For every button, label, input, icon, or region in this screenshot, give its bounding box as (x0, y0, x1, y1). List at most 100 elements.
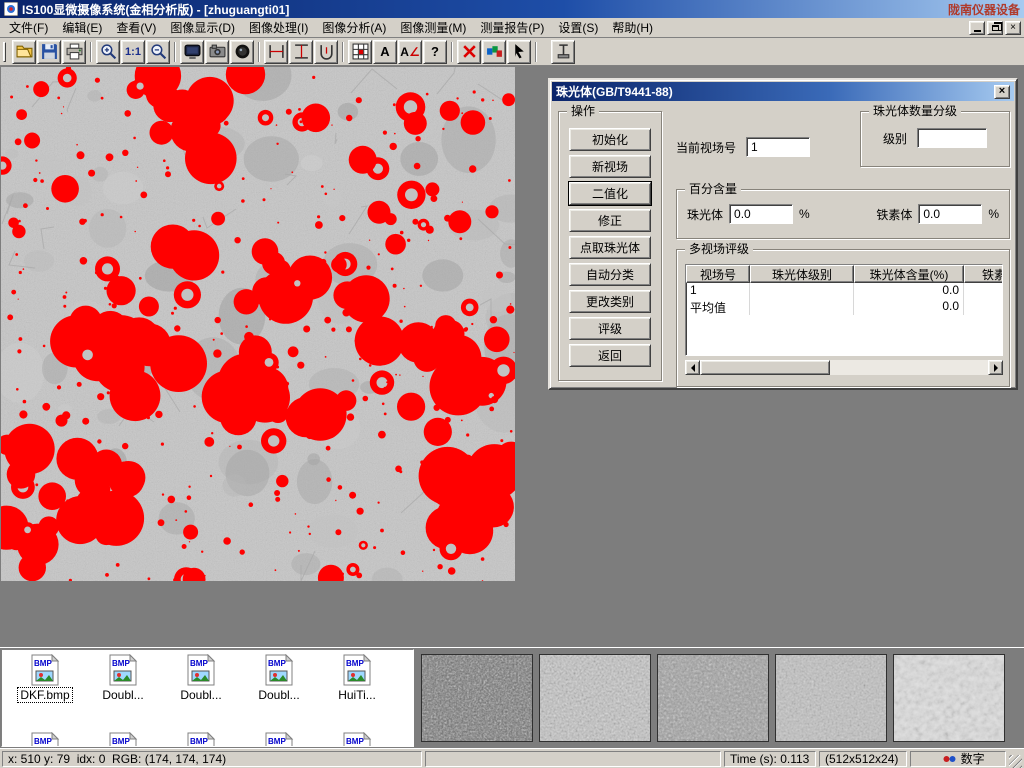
file-item-partial[interactable]: BMP (6, 732, 84, 747)
preview-thumbnail[interactable] (775, 654, 887, 742)
print-button[interactable] (62, 40, 86, 64)
file-item[interactable]: BMPHuiTi... (318, 654, 396, 732)
toolbar-separator (90, 42, 92, 62)
operation-button[interactable]: 初始化 (569, 128, 651, 151)
zoom-out-button[interactable] (146, 40, 170, 64)
resize-grip[interactable] (1009, 755, 1022, 768)
color-select-button[interactable] (482, 40, 506, 64)
menu-item[interactable]: 测量报告(P) (473, 17, 551, 38)
camera-button[interactable] (205, 40, 229, 64)
table-header[interactable]: 铁素 (964, 265, 1003, 283)
operation-button[interactable]: 自动分类 (569, 263, 651, 286)
menu-item[interactable]: 设置(S) (551, 17, 605, 38)
clamp-button[interactable] (551, 40, 575, 64)
caliper-horizontal-icon (268, 43, 285, 60)
preview-thumbnail[interactable] (893, 654, 1005, 742)
display-button[interactable] (180, 40, 204, 64)
pointer-icon (511, 43, 528, 60)
menu-item[interactable]: 编辑(E) (55, 17, 109, 38)
toolbar-grip[interactable] (3, 42, 6, 62)
delete-mark-button[interactable] (457, 40, 481, 64)
grading-group-label: 珠光体数量分级 (869, 104, 961, 118)
operation-button[interactable]: 二值化 (569, 182, 651, 205)
capture-button[interactable] (230, 40, 254, 64)
operation-button[interactable]: 新视场 (569, 155, 651, 178)
operation-button[interactable]: 点取珠光体 (569, 236, 651, 259)
svg-text:BMP: BMP (112, 737, 130, 746)
file-item[interactable]: BMPDoubl... (84, 654, 162, 732)
dialog-title-bar[interactable]: 珠光体(GB/T9441-88) × (552, 82, 1014, 101)
open-button[interactable] (12, 40, 36, 64)
menu-item[interactable]: 帮助(H) (605, 17, 660, 38)
file-item-partial[interactable]: BMP (318, 732, 396, 747)
actual-size-button[interactable]: 1:1 (121, 40, 145, 64)
child-restore-button[interactable] (987, 21, 1003, 35)
file-name: DKF.bmp (18, 688, 71, 702)
file-item[interactable]: BMPDoubl... (162, 654, 240, 732)
child-minimize-button[interactable] (969, 21, 985, 35)
help-button[interactable]: ? (423, 40, 447, 64)
table-header[interactable]: 珠光体级别 (750, 265, 854, 283)
zoom-in-button[interactable] (96, 40, 120, 64)
close-icon: × (999, 86, 1005, 97)
menu-item[interactable]: 图像测量(M) (393, 17, 473, 38)
micrometer-icon (318, 43, 335, 60)
level-input[interactable] (917, 128, 987, 148)
current-field-label: 当前视场号 (676, 139, 736, 156)
scrollbar-thumb[interactable] (700, 360, 830, 375)
table-header[interactable]: 珠光体含量(%) (854, 265, 964, 283)
dialog-close-button[interactable]: × (994, 85, 1010, 99)
angle-label-button[interactable]: A∠ (398, 40, 422, 64)
vendor-watermark: 陇南仪器设备 (948, 1, 1020, 18)
menu-item[interactable]: 图像分析(A) (315, 17, 393, 38)
caliper-vertical-button[interactable] (289, 40, 313, 64)
preview-thumbnail[interactable] (657, 654, 769, 742)
workspace: 珠光体(GB/T9441-88) × 操作 初始化新视场二值化修正点取珠光体自动… (0, 66, 1024, 647)
menu-item[interactable]: 图像处理(I) (242, 17, 315, 38)
color-select-icon (486, 43, 503, 60)
caliper-horizontal-button[interactable] (264, 40, 288, 64)
table-row[interactable]: 平均值0.0 (686, 299, 1002, 315)
zoom-in-icon (100, 43, 117, 60)
rating-table[interactable]: 视场号珠光体级别珠光体含量(%)铁素10.0平均值0.0 (685, 264, 1003, 356)
ferrite-input[interactable] (918, 204, 982, 224)
preview-thumbnail[interactable] (539, 654, 651, 742)
pointer-button[interactable] (507, 40, 531, 64)
current-field-input[interactable] (746, 137, 810, 157)
micrograph-image[interactable] (1, 67, 515, 581)
file-item-partial[interactable]: BMP (84, 732, 162, 747)
file-item-partial[interactable]: BMP (240, 732, 318, 747)
table-header[interactable]: 视场号 (686, 265, 750, 283)
menu-item[interactable]: 文件(F) (2, 17, 55, 38)
table-horizontal-scrollbar[interactable] (685, 360, 1003, 375)
menu-item[interactable]: 图像显示(D) (163, 17, 242, 38)
text-label-icon: A (380, 44, 389, 59)
menu-item[interactable]: 查看(V) (109, 17, 163, 38)
file-item[interactable]: BMPDoubl... (240, 654, 318, 732)
operation-button[interactable]: 修正 (569, 209, 651, 232)
table-row[interactable]: 10.0 (686, 283, 1002, 299)
toolbar-separator (535, 42, 537, 62)
operation-button[interactable]: 更改类别 (569, 290, 651, 313)
operation-button[interactable]: 评级 (569, 317, 651, 340)
scroll-left-button[interactable] (685, 360, 700, 375)
pearlite-input[interactable] (729, 204, 793, 224)
save-button[interactable] (37, 40, 61, 64)
display-icon (184, 43, 201, 60)
table-cell (964, 299, 1003, 315)
preview-thumbnail[interactable] (421, 654, 533, 742)
grid-measure-button[interactable] (348, 40, 372, 64)
svg-text:BMP: BMP (346, 659, 364, 668)
text-label-button[interactable]: A (373, 40, 397, 64)
file-item[interactable]: BMPDKF.bmp (6, 654, 84, 732)
file-item-partial[interactable]: BMP (162, 732, 240, 747)
close-icon: × (1010, 23, 1016, 33)
micrometer-button[interactable] (314, 40, 338, 64)
cursor-status: x: 510 y: 79 idx: 0 RGB: (174, 174, 174) (2, 751, 422, 767)
operation-button[interactable]: 返回 (569, 344, 651, 367)
child-close-button[interactable]: × (1005, 21, 1021, 35)
scroll-right-button[interactable] (988, 360, 1003, 375)
scrollbar-track[interactable] (700, 360, 988, 375)
bmp-file-icon: BMP (264, 732, 294, 747)
level-label: 级别 (883, 130, 907, 147)
